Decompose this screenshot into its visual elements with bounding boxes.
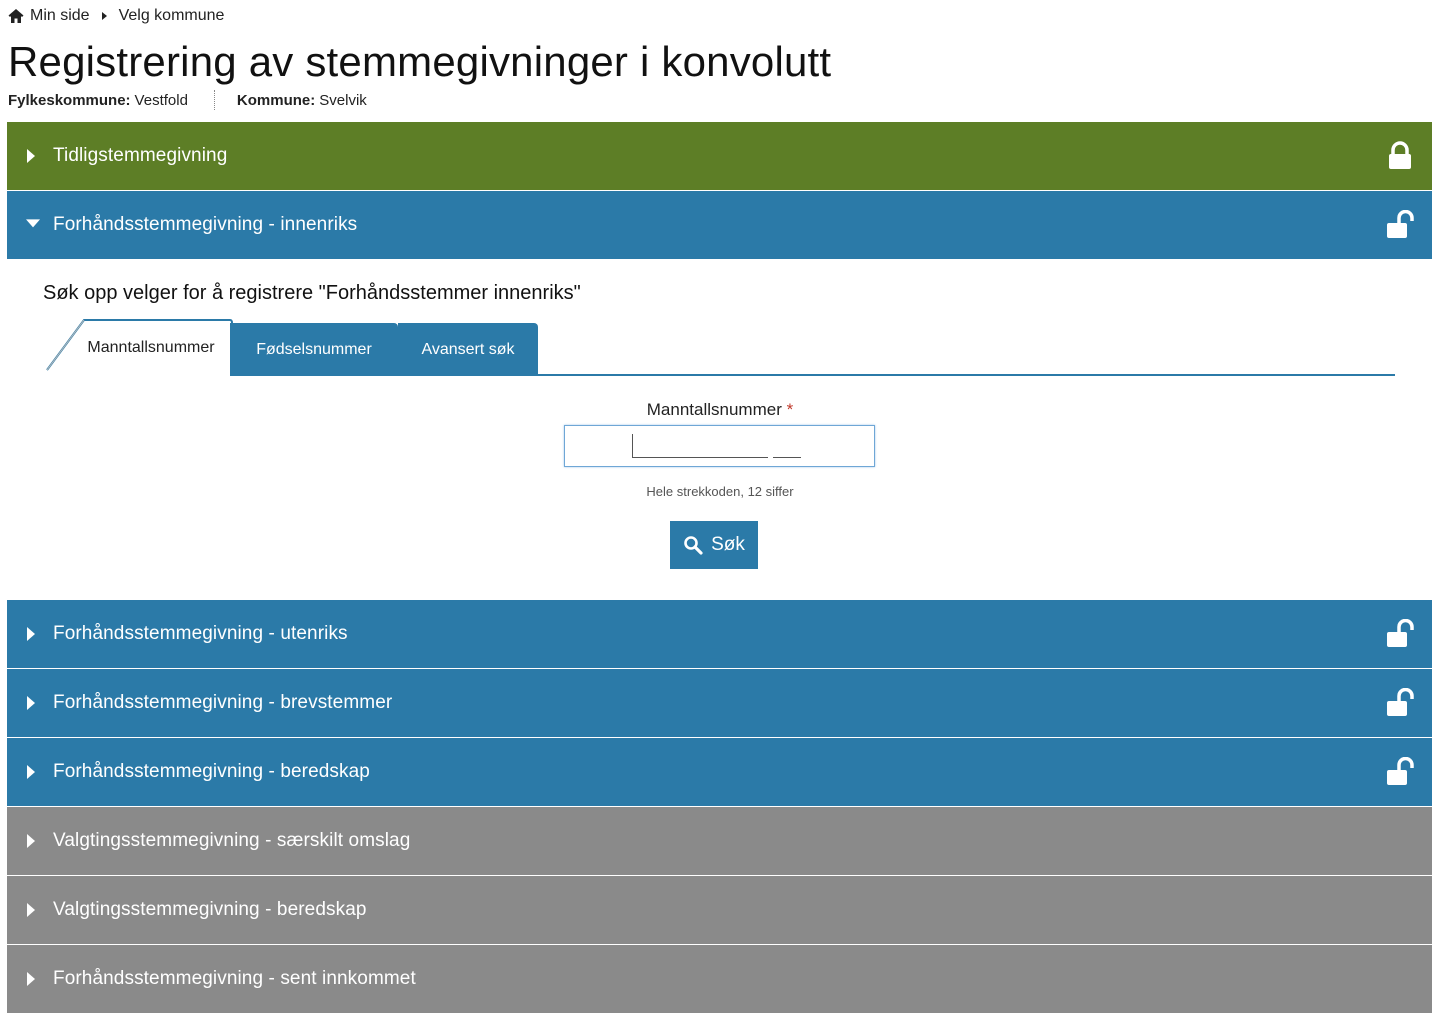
section-label: Forhåndsstemmegivning - utenriks bbox=[53, 623, 348, 644]
caret-right-icon bbox=[27, 834, 35, 848]
section-forhand-utenriks[interactable]: Forhåndsstemmegivning - utenriks bbox=[7, 600, 1432, 668]
search-tabs: Manntallsnummer Fødselsnummer Avansert s… bbox=[46, 318, 1395, 376]
caret-right-icon bbox=[27, 696, 35, 710]
caret-down-icon bbox=[26, 219, 40, 228]
caret-right-icon bbox=[27, 627, 35, 641]
section-forhand-innenriks[interactable]: Forhåndsstemmegivning - innenriks bbox=[7, 191, 1432, 259]
section-valgting-saerskilt[interactable]: Valgtingsstemmegivning - særskilt omslag bbox=[7, 807, 1432, 875]
section-label: Tidligstemmegivning bbox=[53, 145, 228, 166]
caret-right-icon bbox=[27, 903, 35, 917]
section-forhand-beredskap[interactable]: Forhåndsstemmegivning - beredskap bbox=[7, 738, 1432, 806]
page-title: Registrering av stemmegivninger i konvol… bbox=[8, 38, 832, 85]
lock-open-icon bbox=[1387, 210, 1414, 238]
input-mask-segment bbox=[773, 457, 801, 458]
tab-label: Avansert søk bbox=[421, 340, 515, 358]
section-forhand-brevstemmer[interactable]: Forhåndsstemmegivning - brevstemmer bbox=[7, 669, 1432, 737]
text-cursor bbox=[632, 434, 633, 458]
tab-label: Manntallsnummer bbox=[87, 338, 215, 356]
breadcrumb-current-link[interactable]: Velg kommune bbox=[119, 7, 225, 25]
county-value: Vestfold bbox=[134, 91, 188, 109]
manntallsnummer-input[interactable] bbox=[564, 425, 875, 467]
tab-avansert-sok[interactable]: Avansert søk bbox=[398, 323, 538, 376]
tab-manntallsnummer[interactable]: Manntallsnummer bbox=[46, 318, 234, 371]
caret-right-icon bbox=[27, 765, 35, 779]
lock-closed-icon bbox=[1389, 141, 1411, 169]
tab-label: Fødselsnummer bbox=[256, 340, 372, 358]
field-hint: Hele strekkoden, 12 siffer bbox=[646, 484, 794, 499]
search-icon bbox=[684, 536, 703, 555]
caret-right-icon bbox=[27, 972, 35, 986]
location-meta: Fylkeskommune: Vestfold Kommune: Svelvik bbox=[8, 90, 367, 110]
municipality-value: Svelvik bbox=[319, 91, 367, 109]
section-tidligstemmegivning[interactable]: Tidligstemmegivning bbox=[7, 122, 1432, 190]
section-forhand-sent-innkommet[interactable]: Forhåndsstemmegivning - sent innkommet bbox=[7, 945, 1432, 1013]
input-mask-segment bbox=[633, 457, 768, 458]
home-icon[interactable] bbox=[8, 8, 24, 24]
caret-right-icon bbox=[27, 149, 35, 163]
panel-heading: Søk opp velger for å registrere "Forhånd… bbox=[43, 282, 581, 304]
section-label: Valgtingsstemmegivning - beredskap bbox=[53, 899, 367, 920]
section-valgting-beredskap[interactable]: Valgtingsstemmegivning - beredskap bbox=[7, 876, 1432, 944]
search-button-label: Søk bbox=[711, 534, 745, 555]
search-button[interactable]: Søk bbox=[670, 521, 758, 569]
section-label: Valgtingsstemmegivning - særskilt omslag bbox=[53, 830, 411, 851]
lock-open-icon bbox=[1387, 757, 1414, 785]
tab-fodselsnummer[interactable]: Fødselsnummer bbox=[230, 323, 398, 376]
field-label-text: Manntallsnummer bbox=[646, 400, 782, 419]
lock-open-icon bbox=[1387, 619, 1414, 647]
chevron-right-icon bbox=[101, 12, 107, 20]
section-label: Forhåndsstemmegivning - innenriks bbox=[53, 214, 358, 235]
section-label: Forhåndsstemmegivning - sent innkommet bbox=[53, 968, 416, 989]
required-mark: * bbox=[786, 400, 794, 419]
section-label: Forhåndsstemmegivning - brevstemmer bbox=[53, 692, 393, 713]
breadcrumb: Min side Velg kommune bbox=[8, 6, 224, 26]
meta-divider bbox=[213, 90, 215, 110]
section-label: Forhåndsstemmegivning - beredskap bbox=[53, 761, 370, 782]
lock-open-icon bbox=[1387, 688, 1414, 716]
manntallsnummer-label: Manntallsnummer * bbox=[0, 400, 1440, 420]
county-label: Fylkeskommune: bbox=[8, 91, 131, 109]
breadcrumb-home-link[interactable]: Min side bbox=[30, 7, 90, 25]
municipality-label: Kommune: bbox=[236, 91, 316, 109]
